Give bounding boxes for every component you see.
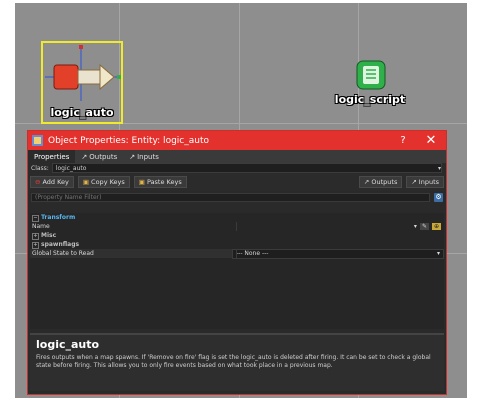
outputs-button[interactable]: ↗ Outputs: [358, 176, 403, 188]
group-label: Transform: [41, 213, 76, 221]
select-value: --- None ---: [236, 250, 269, 257]
property-group-misc[interactable]: + Misc: [30, 231, 444, 240]
tab-properties[interactable]: Properties: [28, 150, 76, 163]
logic-auto-icon: [45, 45, 121, 101]
toolbar: ⊖ Add Key ▣ Copy Keys ▣ Paste Keys ↗ Out…: [28, 173, 446, 191]
copy-keys-button[interactable]: ▣ Copy Keys: [77, 176, 130, 188]
copy-icon: ▣: [82, 178, 90, 186]
add-key-button[interactable]: ⊖ Add Key: [30, 176, 74, 188]
chevron-down-icon: ▾: [436, 250, 440, 257]
app-icon: [32, 135, 43, 146]
group-label: spawnflags: [41, 240, 80, 248]
property-row-global-state[interactable]: Global State to Read --- None --- ▾: [30, 248, 444, 259]
input-arrow-icon: ↗: [411, 178, 417, 186]
close-button[interactable]: ✕: [416, 133, 446, 148]
chevron-down-icon: ▾: [413, 223, 417, 230]
tab-label: Properties: [34, 152, 70, 161]
property-group-transform[interactable]: − Transform: [30, 213, 444, 222]
group-label: Misc: [41, 231, 57, 239]
help-button[interactable]: ?: [390, 135, 416, 146]
object-properties-dialog: Object Properties: Entity: logic_auto ? …: [27, 130, 447, 395]
entity-label: logic_auto: [50, 106, 114, 119]
button-label: Inputs: [418, 178, 439, 186]
class-label: Class:: [31, 164, 49, 172]
dialog-title: Object Properties: Entity: logic_auto: [48, 135, 209, 146]
column-separator: [236, 249, 237, 258]
description-title: logic_auto: [36, 338, 100, 351]
tab-outputs[interactable]: ↗ Outputs: [75, 150, 123, 163]
property-filter-input[interactable]: [31, 192, 430, 202]
class-select[interactable]: logic_auto ▾: [51, 163, 442, 173]
description-panel: logic_auto Fires outputs when a map spaw…: [30, 333, 444, 391]
button-label: Copy Keys: [91, 178, 125, 186]
button-label: Outputs: [371, 178, 398, 186]
inputs-button[interactable]: ↗ Inputs: [406, 176, 444, 188]
button-label: Add Key: [42, 178, 69, 186]
output-arrow-icon: ↗: [81, 152, 88, 161]
paste-keys-button[interactable]: ▣ Paste Keys: [133, 176, 187, 188]
add-icon: ⊖: [35, 178, 41, 186]
input-arrow-icon: ↗: [129, 152, 136, 161]
property-label: Name: [32, 223, 50, 230]
class-value: logic_auto: [55, 164, 87, 172]
filter-row: ⚙: [28, 191, 446, 203]
tab-label: Outputs: [89, 152, 118, 161]
entity-pick-icon[interactable]: ⊕: [431, 223, 441, 230]
global-state-select[interactable]: --- None --- ▾: [232, 248, 444, 259]
eyedropper-icon[interactable]: ✎: [419, 223, 429, 230]
paste-icon: ▣: [138, 178, 145, 186]
output-arrow-icon: ↗: [363, 178, 370, 186]
description-text: Fires outputs when a map spawns. If 'Rem…: [36, 354, 431, 369]
dialog-titlebar[interactable]: Object Properties: Entity: logic_auto ? …: [28, 131, 446, 150]
chevron-down-icon: ▾: [437, 164, 441, 172]
expand-icon: +: [32, 241, 39, 249]
entity-label: logic_script: [334, 93, 406, 106]
column-separator: [236, 222, 237, 231]
name-value-field[interactable]: ▾ ✎ ⊕: [232, 223, 444, 231]
class-row: Class: logic_auto ▾: [28, 163, 446, 173]
tab-label: Inputs: [137, 152, 159, 161]
expand-icon: +: [32, 232, 39, 240]
entity-logic-script[interactable]: logic_script: [333, 59, 407, 111]
property-grid: − Transform Name ▾ ✎ ⊕ + Misc + spawnflags …: [30, 213, 444, 329]
button-label: Paste Keys: [146, 178, 182, 186]
logic-script-icon: [356, 60, 386, 90]
tab-inputs[interactable]: ↗ Inputs: [123, 150, 165, 163]
property-row-name[interactable]: Name ▾ ✎ ⊕: [30, 222, 444, 231]
entity-logic-auto[interactable]: logic_auto: [41, 41, 123, 124]
dialog-tabs: Properties ↗ Outputs ↗ Inputs: [28, 150, 446, 163]
expand-icon: −: [32, 214, 39, 222]
property-label: Global State to Read: [32, 250, 94, 257]
gear-icon[interactable]: ⚙: [434, 192, 443, 202]
